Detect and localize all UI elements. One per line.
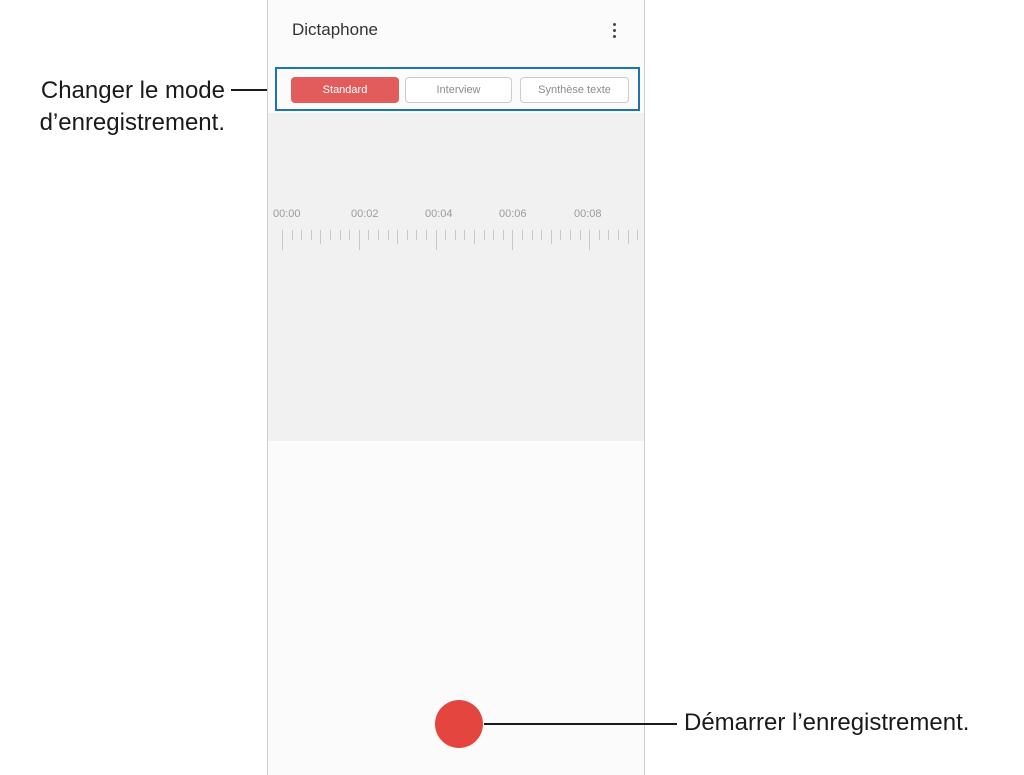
timeline-tick (579, 230, 581, 240)
timeline-tick (454, 230, 456, 240)
timeline-tick (397, 230, 399, 244)
recording-mode-selector: Standard Interview Synthèse texte (275, 67, 640, 111)
timeline-tick (541, 230, 543, 240)
timeline-tick (474, 230, 475, 244)
timeline-tick (406, 230, 408, 240)
timeline-tick (368, 230, 370, 240)
timeline-tick (416, 230, 418, 240)
mode-callout-line2: d’enregistrement. (39, 109, 225, 136)
timeline-tick (435, 230, 437, 250)
timeline-tick (291, 230, 293, 240)
timeline-tick (387, 230, 389, 240)
timeline-tick (483, 230, 485, 240)
timeline-tick (550, 230, 552, 244)
timeline-tick (310, 230, 312, 240)
timeline-tick (493, 230, 495, 240)
phone-screen: Dictaphone Standard Interview Synthèse t… (267, 0, 645, 775)
timeline-tick (531, 230, 533, 240)
timeline-label: 00:06 (499, 208, 527, 220)
timeline-tick (445, 230, 447, 240)
mode-standard-button[interactable]: Standard (291, 77, 399, 103)
waveform-area: 00:00 00:02 00:04 00:06 00:08 (268, 113, 644, 441)
timeline-tick (320, 230, 322, 244)
timeline-tick (349, 230, 351, 240)
timeline-tick (339, 230, 341, 240)
timeline-label: 00:08 (574, 208, 602, 220)
more-vertical-icon[interactable] (605, 18, 623, 42)
record-callout-connector (484, 723, 677, 725)
mode-synthese-texte-button[interactable]: Synthèse texte (520, 77, 629, 103)
timeline-label: 00:04 (425, 208, 453, 220)
timeline-tick (282, 230, 283, 250)
mode-callout: Changer le mode d’enregistrement. (10, 75, 225, 139)
timeline-tick (358, 230, 360, 250)
timeline-tick (426, 230, 427, 240)
timeline-tick (502, 230, 504, 240)
mode-interview-button[interactable]: Interview (405, 77, 512, 103)
timeline-tick (301, 230, 303, 240)
timeline-tick (330, 230, 331, 240)
record-button[interactable] (435, 700, 483, 748)
mode-callout-line1: Changer le mode (40, 77, 225, 104)
timeline-tick (378, 230, 379, 240)
timeline-tick (598, 230, 600, 240)
timeline-tick (589, 230, 591, 250)
timeline-label: 00:00 (273, 208, 301, 220)
timeline-tick (570, 230, 571, 240)
timeline-tick (522, 230, 523, 240)
timeline-tick (608, 230, 610, 240)
timeline-tick (618, 230, 619, 240)
timeline-label: 00:02 (351, 208, 379, 220)
timeline-tick (512, 230, 514, 250)
timeline-tick (560, 230, 562, 240)
app-title: Dictaphone (292, 20, 379, 39)
record-callout: Démarrer l’enregistrement. (684, 709, 970, 736)
timeline-tick (627, 230, 629, 244)
timeline-tick (464, 230, 466, 240)
timeline-tick (637, 230, 639, 240)
